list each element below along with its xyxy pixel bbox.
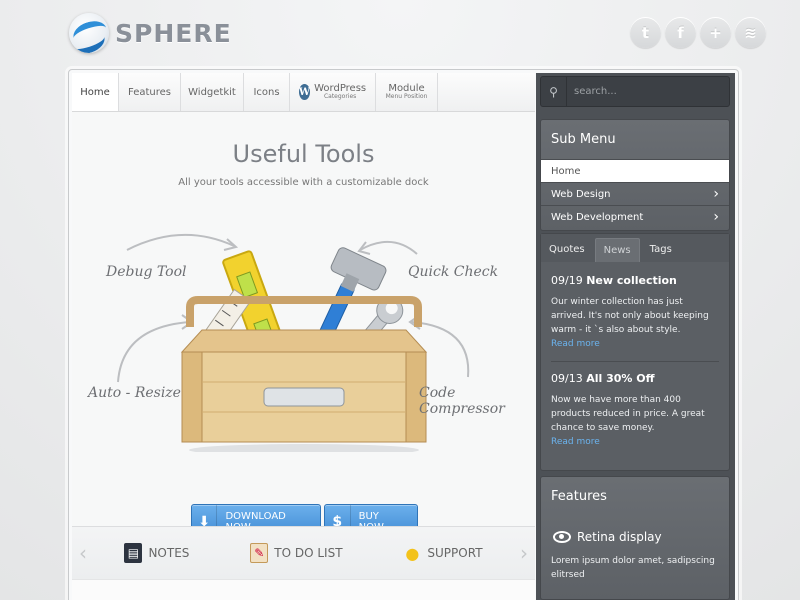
news-date: 09/19 — [551, 274, 583, 287]
search-box: ⚲ — [540, 76, 730, 107]
feature-bar: ‹ ▤ NOTES ✎ TO DO LIST ● SUPPORT › — [72, 526, 535, 579]
submenu-panel: Sub Menu Home Web Design › Web Developmen… — [540, 119, 730, 231]
feature-notes-label: NOTES — [148, 546, 190, 560]
label-auto-resize: Auto - Resize — [88, 385, 181, 401]
nav-home[interactable]: Home — [72, 73, 119, 111]
news-heading: 09/19 New collection — [551, 274, 719, 287]
nav-features-label: Features — [128, 86, 171, 98]
news-panel: Quotes News Tags 09/19 New collection Ou… — [540, 233, 730, 471]
lightbulb-icon: ● — [405, 543, 420, 563]
submenu-item-web-design[interactable]: Web Design › — [541, 182, 729, 205]
news-title: All 30% Off — [586, 372, 655, 385]
feature-todo-label: TO DO LIST — [274, 546, 343, 560]
feature-retina: Retina display — [541, 516, 729, 550]
search-icon[interactable]: ⚲ — [541, 77, 567, 106]
news-list: 09/19 New collection Our winter collecti… — [541, 262, 729, 467]
plus-icon[interactable]: + — [700, 17, 731, 48]
brand-name: SPHERE — [115, 18, 232, 48]
main-nav: Home Features Widgetkit Icons W WordPres… — [72, 73, 535, 112]
nav-features[interactable]: Features — [119, 73, 181, 111]
wordpress-icon: W — [298, 84, 311, 100]
feature-todo[interactable]: ✎ TO DO LIST — [250, 543, 343, 563]
social-links: t f + ≋ — [630, 17, 766, 48]
notebook-icon: ▤ — [124, 543, 143, 563]
content-bottom — [72, 579, 535, 600]
features-title: Features — [551, 489, 607, 504]
hero-title: Useful Tools — [232, 140, 375, 168]
arrow-resize — [117, 321, 191, 383]
read-more-link[interactable]: Read more — [551, 435, 719, 449]
sphere-logo-icon — [69, 13, 109, 53]
read-more-link[interactable]: Read more — [551, 337, 719, 351]
label-quick-check: Quick Check — [408, 264, 499, 280]
label-code-compressor: Code Compressor — [419, 385, 505, 417]
nav-module[interactable]: Module Menu Position — [376, 73, 438, 111]
arrow-debug — [126, 233, 235, 251]
news-item: 09/13 All 30% Off Now we have more than … — [551, 361, 719, 459]
submenu-item-web-development[interactable]: Web Development › — [541, 205, 729, 228]
nav-module-sublabel: Menu Position — [385, 93, 428, 101]
nav-icons-label: Icons — [253, 86, 280, 98]
news-body: Now we have more than 400 products reduc… — [551, 395, 705, 433]
tab-news[interactable]: News — [594, 238, 640, 262]
submenu-item-home[interactable]: Home — [541, 159, 729, 182]
clipboard-icon: ✎ — [250, 543, 269, 563]
submenu-item-home-label: Home — [551, 165, 581, 177]
prev-arrow-icon[interactable]: ‹ — [72, 541, 94, 565]
feature-support-label: SUPPORT — [427, 546, 483, 560]
feature-support[interactable]: ● SUPPORT — [403, 543, 482, 563]
tab-tags[interactable]: Tags — [642, 238, 680, 262]
search-input[interactable] — [567, 86, 717, 97]
chevron-right-icon: › — [713, 186, 719, 202]
nav-wordpress[interactable]: W WordPress Categories — [290, 73, 376, 111]
news-title: New collection — [586, 274, 677, 287]
hero-subtitle: All your tools accessible with a customi… — [178, 177, 429, 188]
nav-home-label: Home — [80, 86, 110, 98]
label-debug-tool: Debug Tool — [106, 264, 187, 280]
arrow-quick — [359, 240, 418, 255]
logo[interactable]: SPHERE — [69, 13, 232, 53]
news-item: 09/19 New collection Our winter collecti… — [551, 270, 719, 361]
submenu-item-web-development-label: Web Development — [551, 211, 644, 223]
tab-quotes[interactable]: Quotes — [541, 238, 593, 262]
news-tabs: Quotes News Tags — [541, 234, 729, 262]
rss-icon[interactable]: ≋ — [735, 17, 766, 48]
feature-notes[interactable]: ▤ NOTES — [124, 543, 189, 563]
news-date: 09/13 — [551, 372, 583, 385]
news-heading: 09/13 All 30% Off — [551, 372, 719, 385]
feature-retina-label: Retina display — [577, 530, 662, 544]
toolbox-shadow — [189, 444, 419, 452]
chevron-right-icon: › — [713, 209, 719, 225]
hero-section: Useful Tools All your tools accessible w… — [72, 112, 535, 540]
feature-description: Lorem ipsum dolor amet, sadipscing elitr… — [551, 556, 715, 580]
features-panel: Features Retina display Lorem ipsum dolo… — [540, 476, 730, 600]
nav-widgetkit-label: Widgetkit — [188, 86, 236, 98]
nav-icons[interactable]: Icons — [244, 73, 290, 111]
nav-widgetkit[interactable]: Widgetkit — [181, 73, 244, 111]
submenu-title: Sub Menu — [551, 132, 616, 147]
next-arrow-icon[interactable]: › — [513, 541, 535, 565]
nav-wordpress-sublabel: Categories — [323, 93, 357, 101]
submenu-item-web-design-label: Web Design — [551, 188, 611, 200]
facebook-icon[interactable]: f — [665, 17, 696, 48]
news-body: Our winter collection has just arrived. … — [551, 297, 709, 335]
twitter-icon[interactable]: t — [630, 17, 661, 48]
eye-icon — [553, 531, 571, 543]
content-area: Home Features Widgetkit Icons W WordPres… — [72, 73, 535, 600]
